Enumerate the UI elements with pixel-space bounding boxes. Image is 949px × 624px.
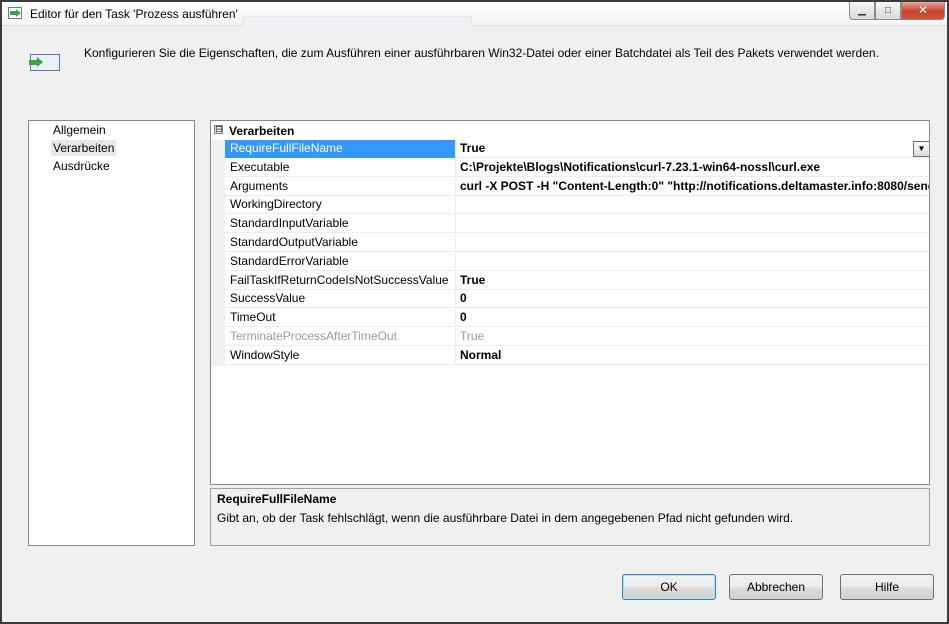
property-row[interactable]: StandardOutputVariable: [225, 234, 929, 252]
property-value[interactable]: curl -X POST -H "Content-Length:0" "http…: [457, 178, 929, 196]
property-row[interactable]: StandardInputVariable: [225, 215, 929, 234]
property-row[interactable]: WorkingDirectory: [225, 196, 929, 215]
property-value[interactable]: Normal: [457, 347, 929, 365]
description-panel: RequireFullFileName Gibt an, ob der Task…: [210, 488, 930, 546]
category-row[interactable]: ⊟ Verarbeiten: [211, 121, 929, 140]
property-value[interactable]: [457, 253, 929, 271]
property-row[interactable]: TerminateProcessAfterTimeOut True: [225, 328, 929, 346]
property-value[interactable]: True: [457, 140, 929, 158]
nav-item-label: Verarbeiten: [51, 140, 117, 156]
ok-button[interactable]: OK: [622, 574, 716, 600]
minimize-icon[interactable]: ▁: [849, 2, 875, 20]
property-grid: ⊟ Verarbeiten RequireFullFileName True ▼ Ex…: [210, 120, 930, 485]
description-text: Gibt an, ob der Task fehlschlägt, wenn d…: [217, 511, 794, 525]
property-row[interactable]: FailTaskIfReturnCodeIsNotSuccessValue Tru…: [225, 271, 929, 290]
property-row[interactable]: Arguments curl -X POST -H "Content-Length…: [225, 177, 929, 196]
header-description: Konfigurieren Sie die Eigenschaften, die…: [84, 46, 879, 60]
property-name[interactable]: TimeOut: [225, 309, 456, 328]
property-name[interactable]: WorkingDirectory: [225, 196, 456, 215]
property-row[interactable]: SuccessValue 0: [225, 290, 929, 309]
property-row[interactable]: WindowStyle Normal: [225, 346, 929, 365]
page-navigation: Allgemein Verarbeiten Ausdrücke: [28, 120, 195, 546]
maximize-icon[interactable]: □: [875, 2, 901, 20]
property-name[interactable]: FailTaskIfReturnCodeIsNotSuccessValue: [225, 271, 456, 290]
property-row[interactable]: TimeOut 0: [225, 309, 929, 328]
category-label: Verarbeiten: [229, 124, 295, 138]
property-value[interactable]: C:\Projekte\Blogs\Notifications\curl-7.2…: [457, 159, 929, 177]
property-name[interactable]: StandardInputVariable: [225, 215, 456, 234]
property-value[interactable]: 0: [457, 290, 929, 308]
nav-item-allgemein[interactable]: Allgemein: [29, 121, 194, 139]
property-value[interactable]: [457, 234, 929, 252]
property-name[interactable]: Executable: [225, 158, 456, 177]
property-row[interactable]: Executable C:\Projekte\Blogs\Notification…: [225, 158, 929, 177]
title-bar[interactable]: Editor für den Task 'Prozess ausführen' …: [2, 2, 947, 26]
collapse-icon[interactable]: ⊟: [214, 125, 223, 134]
property-name[interactable]: SuccessValue: [225, 290, 456, 309]
property-name[interactable]: TerminateProcessAfterTimeOut: [225, 328, 456, 346]
property-row[interactable]: RequireFullFileName True ▼: [225, 140, 929, 158]
property-value[interactable]: [457, 196, 929, 214]
property-name[interactable]: WindowStyle: [225, 346, 456, 365]
property-value[interactable]: True: [457, 328, 929, 346]
property-value[interactable]: True: [457, 272, 929, 290]
window-title: Editor für den Task 'Prozess ausführen': [30, 7, 238, 21]
description-title: RequireFullFileName: [217, 492, 337, 506]
close-icon[interactable]: ✕: [901, 2, 945, 20]
property-name[interactable]: Arguments: [225, 177, 456, 196]
nav-item-label: Ausdrücke: [53, 159, 110, 173]
dialog-window: Editor für den Task 'Prozess ausführen' …: [0, 0, 949, 624]
chevron-down-icon[interactable]: ▼: [913, 141, 929, 157]
property-value[interactable]: 0: [457, 309, 929, 327]
nav-item-ausdrücke[interactable]: Ausdrücke: [29, 157, 194, 175]
property-name[interactable]: RequireFullFileName: [225, 140, 456, 158]
property-value[interactable]: [457, 215, 929, 233]
cancel-button[interactable]: Abbrechen: [729, 574, 823, 600]
help-button[interactable]: Hilfe: [840, 574, 934, 600]
property-name[interactable]: StandardErrorVariable: [225, 252, 456, 271]
execute-process-icon: [29, 54, 60, 71]
window-controls: ▁ □ ✕: [849, 2, 945, 21]
property-name[interactable]: StandardOutputVariable: [225, 234, 456, 252]
grid-gutter: [211, 140, 225, 366]
nav-item-verarbeiten[interactable]: Verarbeiten: [29, 139, 194, 157]
nav-item-label: Allgemein: [53, 123, 106, 137]
property-row[interactable]: StandardErrorVariable: [225, 252, 929, 271]
background-window-edge: [242, 16, 472, 26]
task-icon: [8, 7, 22, 19]
